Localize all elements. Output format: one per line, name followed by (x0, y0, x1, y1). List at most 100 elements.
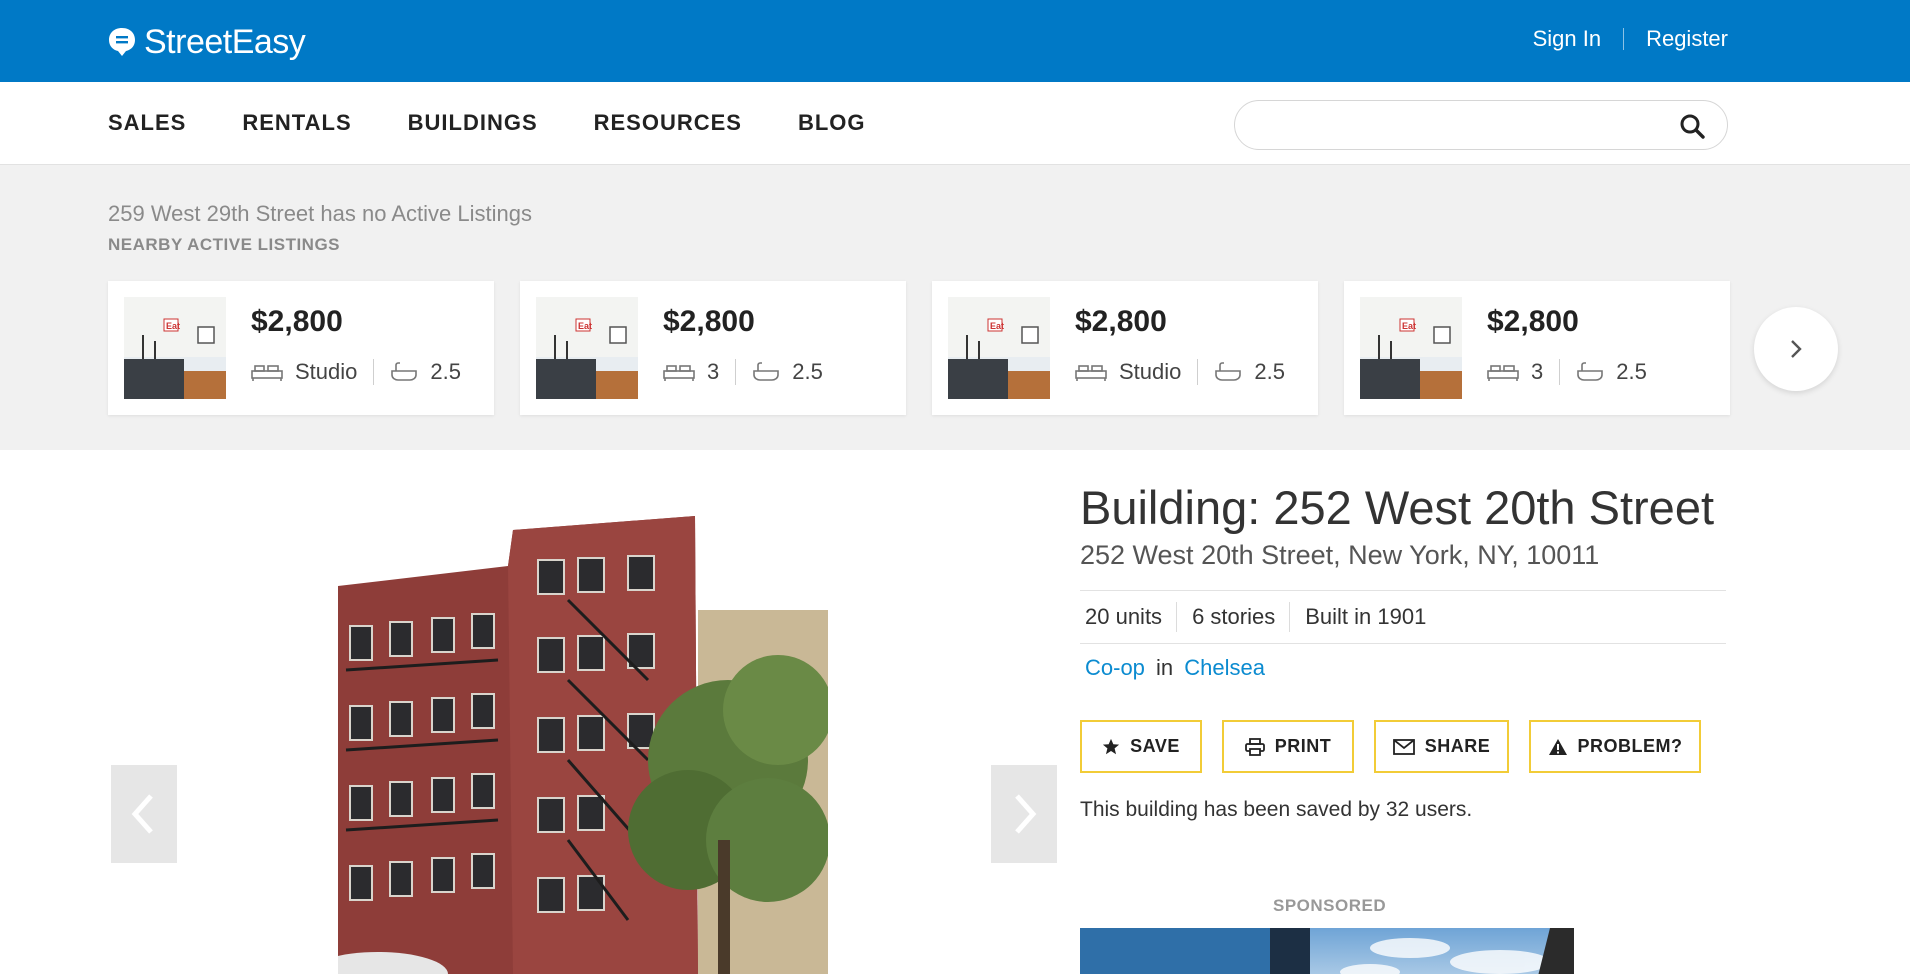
apartment-photo-image: Eat (124, 297, 226, 399)
nav-sales[interactable]: SALES (108, 110, 186, 136)
listing-beds: 3 (707, 359, 720, 384)
problem-label: PROBLEM? (1577, 736, 1683, 756)
listing-price: $2,800 (251, 305, 343, 338)
building-photo (338, 510, 828, 974)
streeteasy-logo[interactable]: StreetEasy (108, 22, 306, 62)
listing-beds: 3 (1531, 359, 1544, 384)
listing-thumbnail: Eat (536, 297, 638, 399)
bathtub-icon (1577, 362, 1604, 381)
listing-beds: Studio (295, 359, 358, 384)
auth-links: Sign In Register (1533, 26, 1728, 52)
nearby-listings-strip: 259 West 29th Street has no Active Listi… (0, 165, 1910, 450)
bed-icon (663, 365, 695, 381)
svg-text:Eat: Eat (578, 321, 592, 331)
listing-baths: 2.5 (1616, 359, 1647, 384)
print-button[interactable]: PRINT (1222, 720, 1354, 773)
listings-next-button[interactable] (1754, 307, 1838, 391)
main-nav-bar: SALES RENTALS BUILDINGS RESOURCES BLOG (0, 82, 1910, 165)
meta-divider (1559, 359, 1561, 385)
photo-prev-button[interactable] (111, 765, 177, 863)
print-label: PRINT (1274, 736, 1332, 756)
chevron-right-icon (1791, 340, 1802, 358)
neighborhood-link[interactable]: Chelsea (1184, 655, 1265, 680)
share-button[interactable]: SHARE (1374, 720, 1509, 773)
nav-resources[interactable]: RESOURCES (594, 110, 742, 136)
saved-count-note: This building has been saved by 32 users… (1080, 798, 1473, 821)
svg-text:Eat: Eat (990, 321, 1004, 331)
listing-beds: Studio (1119, 359, 1182, 384)
sponsored-ad-image[interactable] (1080, 928, 1574, 974)
apartment-photo-image: Eat (536, 297, 638, 399)
listing-baths: 2.5 (1254, 359, 1285, 384)
fact-built: Built in 1901 (1305, 604, 1427, 629)
apartment-photo-image: Eat (1360, 297, 1462, 399)
building-photo-gallery (108, 450, 1058, 974)
listing-meta: 3 2.5 (1487, 359, 1647, 385)
main-nav: SALES RENTALS BUILDINGS RESOURCES BLOG (108, 110, 922, 136)
nearby-active-listings-label: NEARBY ACTIVE LISTINGS (108, 235, 341, 254)
share-label: SHARE (1424, 736, 1491, 756)
apartment-photo-image: Eat (948, 297, 1050, 399)
fact-divider (1176, 602, 1178, 632)
save-label: SAVE (1130, 736, 1180, 756)
nav-blog[interactable]: BLOG (798, 110, 866, 136)
listing-price: $2,800 (1075, 305, 1167, 338)
fact-units: 20 units (1085, 604, 1163, 629)
photo-next-button[interactable] (991, 765, 1057, 863)
fact-divider (1289, 602, 1291, 632)
warning-triangle-icon (1548, 738, 1567, 755)
listing-card[interactable]: Eat $2,800 3 2.5 (1344, 281, 1730, 415)
report-problem-button[interactable]: PROBLEM? (1529, 720, 1701, 773)
search-box (1234, 100, 1728, 150)
listing-meta: Studio 2.5 (251, 359, 461, 385)
star-icon (1103, 738, 1120, 754)
bed-icon (1487, 365, 1519, 381)
bed-icon (1075, 365, 1107, 381)
meta-divider (373, 359, 375, 385)
in-word: in (1156, 655, 1174, 680)
listing-thumbnail: Eat (948, 297, 1050, 399)
listing-card[interactable]: Eat $2,800 3 2.5 (520, 281, 906, 415)
building-actions: SAVE PRINT SHARE PROBLEM? (1080, 720, 1721, 773)
building-type-line: Co-op in Chelsea (1085, 655, 1265, 681)
ad-building-image (1080, 928, 1574, 974)
building-type-link[interactable]: Co-op (1085, 655, 1145, 680)
save-button[interactable]: SAVE (1080, 720, 1202, 773)
listing-price: $2,800 (663, 305, 755, 338)
auth-divider (1623, 28, 1625, 50)
listing-card[interactable]: Eat $2,800 Studio 2.5 (932, 281, 1318, 415)
bathtub-icon (391, 362, 418, 381)
svg-text:Eat: Eat (1402, 321, 1416, 331)
sign-in-link[interactable]: Sign In (1533, 26, 1602, 52)
bed-icon (251, 365, 283, 381)
sponsored-label: SPONSORED (1273, 896, 1387, 915)
meta-divider (735, 359, 737, 385)
meta-divider (1197, 359, 1199, 385)
brand-name: StreetEasy (144, 22, 306, 61)
page-title: Building: 252 West 20th Street (1080, 481, 1715, 534)
fact-stories: 6 stories (1192, 604, 1276, 629)
listing-thumbnail: Eat (124, 297, 226, 399)
listing-card[interactable]: Eat $2,800 Studio 2.5 (108, 281, 494, 415)
building-facts: 20 units 6 stories Built in 1901 (1080, 590, 1726, 644)
nav-buildings[interactable]: BUILDINGS (408, 110, 538, 136)
listing-price: $2,800 (1487, 305, 1579, 338)
top-header: StreetEasy Sign In Register (0, 0, 1910, 82)
svg-text:Eat: Eat (166, 321, 180, 331)
speech-bubble-logo-icon (109, 28, 135, 56)
chevron-right-icon (1015, 794, 1037, 834)
search-icon[interactable] (1679, 113, 1705, 139)
envelope-icon (1392, 738, 1415, 755)
nav-rentals[interactable]: RENTALS (242, 110, 351, 136)
search-input[interactable] (1255, 101, 1675, 149)
printer-icon (1244, 737, 1265, 756)
listing-thumbnail: Eat (1360, 297, 1462, 399)
bathtub-icon (753, 362, 780, 381)
listing-meta: 3 2.5 (663, 359, 823, 385)
register-link[interactable]: Register (1646, 26, 1728, 52)
listing-meta: Studio 2.5 (1075, 359, 1285, 385)
no-active-listings-notice: 259 West 29th Street has no Active Listi… (108, 201, 532, 226)
listing-baths: 2.5 (430, 359, 461, 384)
bathtub-icon (1215, 362, 1242, 381)
listing-baths: 2.5 (792, 359, 823, 384)
